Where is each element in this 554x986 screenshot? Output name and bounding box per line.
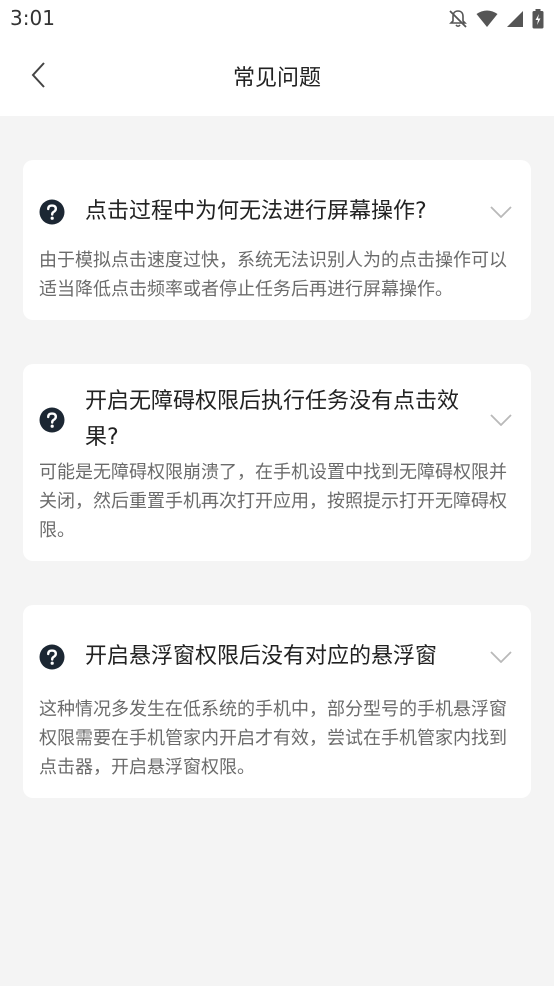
faq-question: 开启悬浮窗权限后没有对应的悬浮窗	[85, 644, 438, 669]
question-icon	[39, 199, 65, 225]
faq-answer: 由于模拟点击速度过快，系统无法识别人为的点击操作可以适当降低点击频率或者停止任务…	[39, 250, 507, 300]
faq-answer: 可能是无障碍权限崩溃了，在手机设置中找到无障碍权限并关闭，然后重置手机再次打开应…	[39, 462, 507, 541]
app-header: 常见问题	[0, 38, 554, 116]
faq-list: 点击过程中为何无法进行屏幕操作? 由于模拟点击速度过快，系统无法识别人为的点击操…	[23, 160, 531, 842]
faq-item[interactable]: 开启悬浮窗权限后没有对应的悬浮窗 这种情况多发生在低系统的手机中，部分型号的手机…	[23, 605, 531, 798]
bell-off-icon	[448, 9, 468, 29]
chevron-down-icon[interactable]	[487, 651, 515, 663]
chevron-down-icon[interactable]	[487, 414, 515, 426]
faq-question: 点击过程中为何无法进行屏幕操作?	[85, 199, 427, 224]
faq-answer: 这种情况多发生在低系统的手机中，部分型号的手机悬浮窗权限需要在手机管家内开启才有…	[39, 699, 507, 778]
faq-question-row[interactable]: 点击过程中为何无法进行屏幕操作?	[39, 194, 515, 230]
faq-question-row[interactable]: 开启悬浮窗权限后没有对应的悬浮窗	[39, 639, 515, 675]
status-time: 3:01	[10, 6, 55, 30]
faq-question-row[interactable]: 开启无障碍权限后执行任务没有点击效果?	[39, 384, 515, 456]
question-icon	[39, 644, 65, 670]
faq-question: 开启无障碍权限后执行任务没有点击效果?	[85, 389, 460, 450]
question-icon	[39, 407, 65, 433]
status-bar: 3:01	[0, 0, 554, 38]
page-title: 常见问题	[232, 66, 321, 91]
wifi-icon	[476, 10, 498, 28]
signal-icon	[506, 10, 524, 28]
faq-item[interactable]: 开启无障碍权限后执行任务没有点击效果? 可能是无障碍权限崩溃了，在手机设置中找到…	[23, 364, 531, 561]
chevron-down-icon[interactable]	[487, 206, 515, 218]
status-icons	[448, 8, 544, 30]
battery-charging-icon	[532, 9, 544, 29]
faq-item[interactable]: 点击过程中为何无法进行屏幕操作? 由于模拟点击速度过快，系统无法识别人为的点击操…	[23, 160, 531, 320]
